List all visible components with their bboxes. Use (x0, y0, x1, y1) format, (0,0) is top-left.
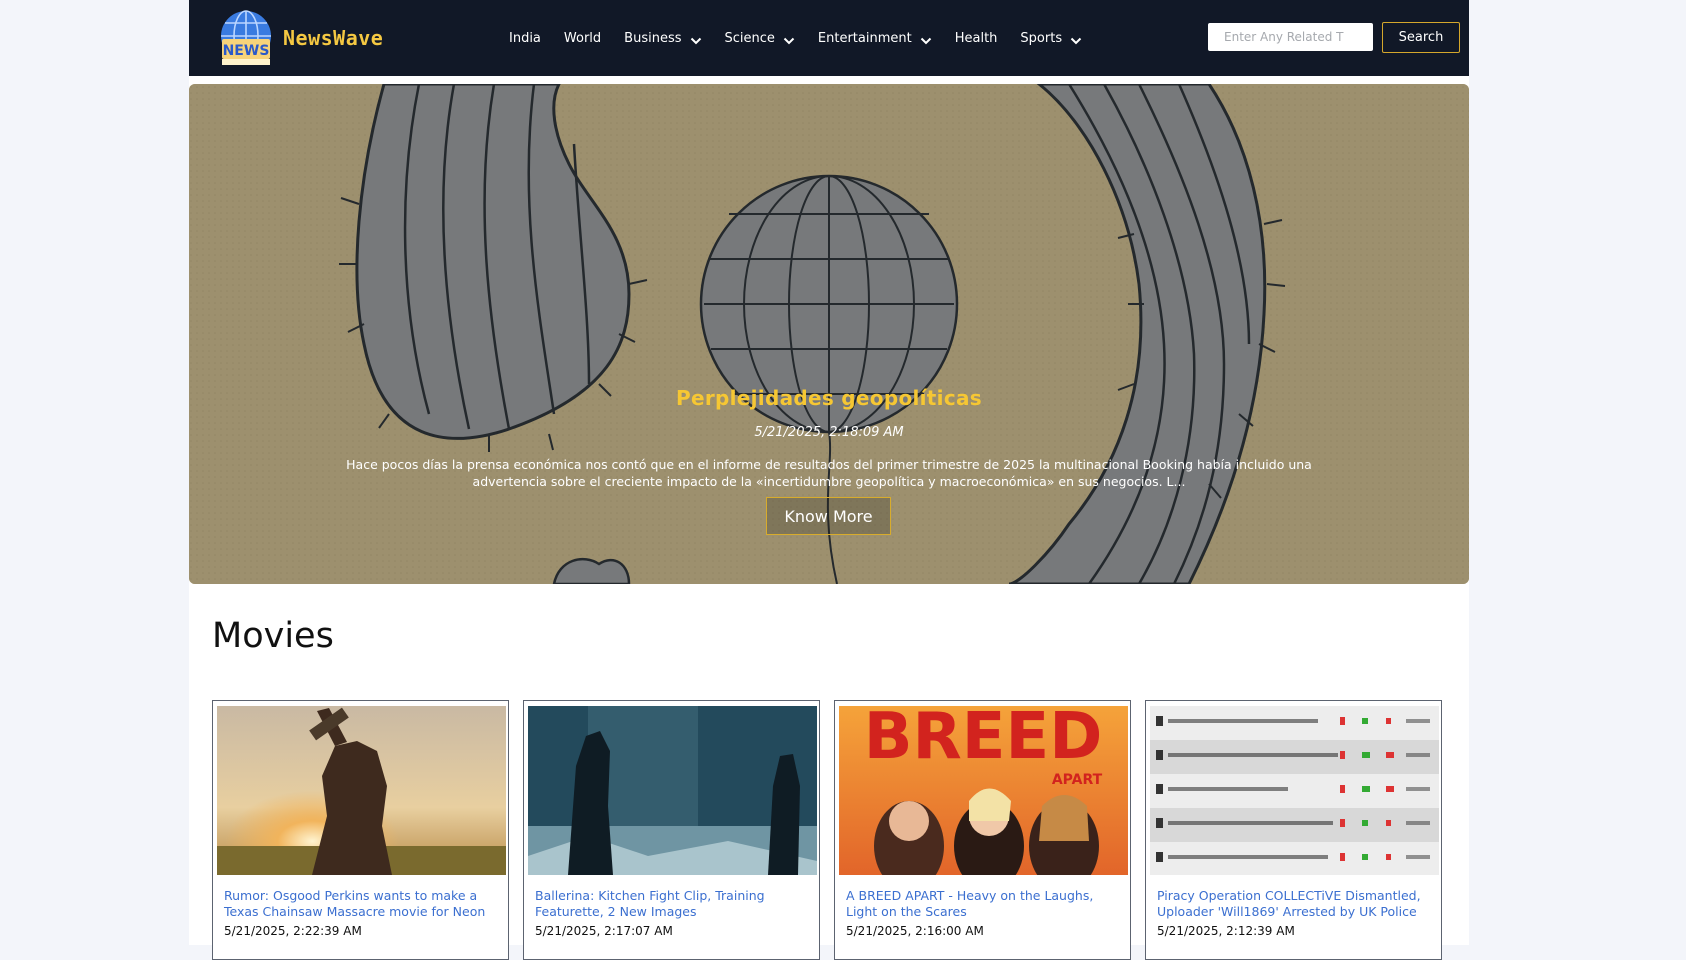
card-date: 5/21/2025, 2:16:00 AM (846, 924, 984, 938)
news-card[interactable]: Rumor: Osgood Perkins wants to make a Te… (212, 700, 509, 960)
brand-name[interactable]: NewsWave (283, 26, 383, 50)
nav-item-science[interactable]: Science (725, 31, 795, 46)
news-card[interactable]: Ballerina: Kitchen Fight Clip, Training … (523, 700, 820, 960)
card-title[interactable]: Ballerina: Kitchen Fight Clip, Training … (535, 888, 815, 920)
news-card[interactable]: BREED APART A BREED APART - Heavy on the… (834, 700, 1131, 960)
hero-title[interactable]: Perplejidades geopolíticas (189, 386, 1469, 410)
search-button[interactable]: Search (1382, 22, 1460, 53)
card-image-title: BREED (864, 706, 1103, 774)
card-date: 5/21/2025, 2:17:07 AM (535, 924, 673, 938)
nav-item-label: Entertainment (817, 30, 912, 46)
nav-item-india[interactable]: India (509, 31, 541, 46)
card-date: 5/21/2025, 2:12:39 AM (1157, 924, 1295, 938)
nav-item-label: Science (724, 30, 775, 46)
nav-item-sports[interactable]: Sports (1020, 31, 1082, 46)
nav-item-label: World (563, 30, 602, 46)
card-image[interactable] (1150, 706, 1439, 875)
hero-carousel: Perplejidades geopolíticas 5/21/2025, 2:… (189, 84, 1469, 584)
nav-item-business[interactable]: Business (624, 31, 701, 46)
news-card[interactable]: Piracy Operation COLLECTiVE Dismantled, … (1145, 700, 1442, 960)
nav-item-label: Sports (1020, 30, 1063, 46)
card-image[interactable] (528, 706, 817, 875)
know-more-button[interactable]: Know More (766, 497, 891, 535)
brand[interactable]: NEWS NewsWave (217, 8, 383, 68)
logo-text: NEWS (223, 43, 270, 59)
card-image-subtitle: APART (1052, 772, 1103, 788)
nav-item-label: India (509, 30, 541, 46)
chevron-down-icon[interactable] (920, 34, 932, 45)
card-date: 5/21/2025, 2:22:39 AM (224, 924, 362, 938)
nav-item-entertainment[interactable]: Entertainment (818, 31, 932, 46)
nav-item-world[interactable]: World (564, 31, 601, 46)
card-image[interactable] (217, 706, 506, 875)
chevron-down-icon[interactable] (690, 34, 702, 45)
chevron-down-icon[interactable] (1070, 34, 1082, 45)
nav-item-label: Business (624, 30, 682, 46)
card-title[interactable]: A BREED APART - Heavy on the Laughs, Lig… (846, 888, 1126, 920)
section-title-movies: Movies (212, 616, 334, 656)
search-input[interactable] (1208, 23, 1373, 51)
hero-date: 5/21/2025, 2:18:09 AM (754, 425, 904, 440)
nav-item-label: Health (954, 30, 998, 46)
card-title[interactable]: Piracy Operation COLLECTiVE Dismantled, … (1157, 888, 1437, 920)
hero-description: Hace pocos días la prensa económica nos … (346, 457, 1312, 489)
card-title[interactable]: Rumor: Osgood Perkins wants to make a Te… (224, 888, 504, 920)
card-image[interactable]: BREED APART (839, 706, 1128, 875)
page: NEWS NewsWave India World Business Science E… (189, 0, 1469, 960)
navbar: NEWS NewsWave India World Business Science E… (189, 0, 1469, 76)
chevron-down-icon[interactable] (783, 34, 795, 45)
globe-logo-icon: NEWS (217, 9, 275, 67)
nav-links: India World Business Science Entertainment He… (509, 0, 1105, 76)
nav-item-health[interactable]: Health (955, 31, 998, 46)
